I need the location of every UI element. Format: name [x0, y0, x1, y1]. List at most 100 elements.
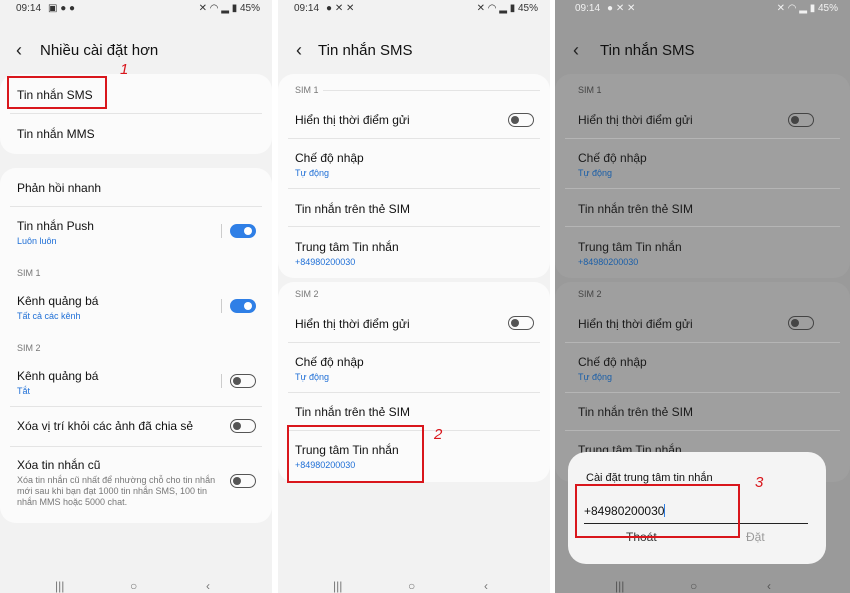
- recent-apps-icon[interactable]: |||: [333, 579, 342, 593]
- status-time: 09:14: [16, 3, 42, 14]
- sim-messages-label: Tin nhắn trên thẻ SIM: [578, 202, 693, 216]
- message-center-item[interactable]: Trung tâm Tin nhắn +84980200030: [295, 240, 536, 267]
- divider: [288, 392, 540, 393]
- sim-messages-item[interactable]: Tin nhắn trên thẻ SIM: [578, 405, 836, 419]
- divider: [221, 299, 222, 313]
- recent-apps-icon[interactable]: |||: [55, 579, 64, 593]
- divider: [288, 138, 540, 139]
- input-mode-value: Tự động: [295, 168, 330, 178]
- home-icon[interactable]: ○: [130, 579, 137, 593]
- sim1-card: SIM 1 Hiển thị thời điểm gửi Chế độ nhập…: [555, 74, 850, 278]
- mms-settings-item[interactable]: Tin nhắn MMS: [17, 127, 258, 141]
- annotation-number-1: 1: [120, 61, 129, 78]
- nav-bar: ||| ○ ‹: [0, 579, 272, 593]
- section-sim2: SIM 2: [17, 343, 41, 353]
- divider: [565, 188, 840, 189]
- section-sim2: SIM 2: [578, 289, 602, 299]
- show-send-time-item[interactable]: Hiển thị thời điểm gửi: [295, 317, 536, 331]
- input-mode-value: Tự động: [295, 372, 330, 382]
- divider: [565, 342, 840, 343]
- status-right: ✕ ◠ ▂ ▮ 45%: [199, 3, 260, 14]
- back-arrow-icon[interactable]: ‹: [573, 40, 579, 61]
- back-icon[interactable]: ‹: [206, 579, 210, 593]
- input-mode-label: Chế độ nhập: [578, 151, 647, 165]
- home-icon[interactable]: ○: [690, 579, 697, 593]
- quick-replies-label: Phản hồi nhanh: [17, 181, 102, 195]
- divider: [565, 138, 840, 139]
- show-send-time-toggle[interactable]: [508, 316, 534, 330]
- message-center-number: +84980200030: [578, 257, 639, 267]
- input-mode-label: Chế độ nhập: [295, 355, 364, 369]
- back-arrow-icon[interactable]: ‹: [296, 40, 302, 61]
- broadcast-sim1-toggle[interactable]: [230, 299, 256, 313]
- message-center-label: Trung tâm Tin nhắn: [578, 240, 682, 254]
- page-title: Tin nhắn SMS: [318, 42, 413, 59]
- show-send-time-toggle[interactable]: [788, 113, 814, 127]
- message-center-number: +84980200030: [295, 257, 356, 267]
- sim-messages-item[interactable]: Tin nhắn trên thẻ SIM: [578, 202, 836, 216]
- divider: [10, 406, 262, 407]
- divider: [323, 90, 540, 91]
- sim-messages-label: Tin nhắn trên thẻ SIM: [295, 405, 410, 419]
- app-header: ‹ Tin nhắn SMS: [555, 40, 850, 64]
- status-time: 09:14: [575, 3, 601, 14]
- sim-messages-item[interactable]: Tin nhắn trên thẻ SIM: [295, 202, 536, 216]
- delete-old-toggle[interactable]: [230, 474, 256, 488]
- sim-messages-label: Tin nhắn trên thẻ SIM: [295, 202, 410, 216]
- mms-label: Tin nhắn MMS: [17, 127, 95, 141]
- show-send-time-toggle[interactable]: [508, 113, 534, 127]
- status-bar: 09:14 ● ✕ ✕ ✕ ◠ ▂ ▮ 45%: [278, 0, 550, 18]
- notification-icons: ● ✕ ✕: [607, 3, 636, 14]
- set-button[interactable]: Đặt: [746, 530, 765, 544]
- back-icon[interactable]: ‹: [484, 579, 488, 593]
- divider: [10, 446, 262, 447]
- input-mode-item[interactable]: Chế độ nhập Tự động: [295, 355, 536, 382]
- divider: [565, 226, 840, 227]
- section-sim2: SIM 2: [295, 289, 319, 299]
- remove-location-item[interactable]: Xóa vị trí khỏi các ảnh đã chia sẻ: [17, 419, 258, 433]
- options-card: Phản hồi nhanh Tin nhắn Push Luôn luôn S…: [0, 168, 272, 523]
- message-center-item[interactable]: Trung tâm Tin nhắn +84980200030: [578, 240, 836, 267]
- page-title: Tin nhắn SMS: [600, 42, 695, 59]
- push-toggle[interactable]: [230, 224, 256, 238]
- sms-settings-screen: 09:14 ● ✕ ✕ ✕ ◠ ▂ ▮ 45% ‹ Tin nhắn SMS S…: [278, 0, 550, 593]
- divider: [221, 224, 222, 238]
- divider: [221, 374, 222, 388]
- remove-location-label: Xóa vị trí khỏi các ảnh đã chia sẻ: [17, 419, 194, 433]
- divider: [565, 430, 840, 431]
- annotation-number-3: 3: [755, 474, 764, 491]
- show-send-time-item[interactable]: Hiển thị thời điểm gửi: [295, 113, 536, 127]
- sim-messages-item[interactable]: Tin nhắn trên thẻ SIM: [295, 405, 536, 419]
- section-sim1: SIM 1: [17, 268, 41, 278]
- annotation-number-2: 2: [434, 426, 443, 443]
- status-bar: 09:14 ▣ ● ● ✕ ◠ ▂ ▮ 45%: [0, 0, 272, 18]
- delete-old-messages-item[interactable]: Xóa tin nhắn cũ Xóa tin nhắn cũ nhất để …: [17, 458, 258, 508]
- input-mode-item[interactable]: Chế độ nhập Tự động: [295, 151, 536, 178]
- remove-location-toggle[interactable]: [230, 419, 256, 433]
- sms-settings-dialog-screen: 09:14 ● ✕ ✕ ✕ ◠ ▂ ▮ 45% ‹ Tin nhắn SMS S…: [555, 0, 850, 593]
- back-arrow-icon[interactable]: ‹: [16, 40, 22, 61]
- section-sim1: SIM 1: [295, 85, 319, 95]
- nav-bar: ||| ○ ‹: [555, 579, 850, 593]
- status-time: 09:14: [294, 3, 320, 14]
- input-mode-label: Chế độ nhập: [295, 151, 364, 165]
- signal-icons: ✕ ◠ ▂ ▮: [776, 3, 816, 14]
- divider: [288, 188, 540, 189]
- sim-messages-label: Tin nhắn trên thẻ SIM: [578, 405, 693, 419]
- divider: [288, 342, 540, 343]
- page-title: Nhiều cài đặt hơn: [40, 42, 159, 59]
- broadcast-sim2-toggle[interactable]: [230, 374, 256, 388]
- notification-icons: ▣ ● ●: [48, 3, 76, 14]
- recent-apps-icon[interactable]: |||: [615, 579, 624, 593]
- sim1-card: SIM 1 Hiển thị thời điểm gửi Chế độ nhập…: [278, 74, 550, 278]
- delete-old-label: Xóa tin nhắn cũ: [17, 458, 101, 472]
- input-mode-item[interactable]: Chế độ nhập Tự động: [578, 151, 836, 178]
- quick-replies-item[interactable]: Phản hồi nhanh: [17, 181, 258, 195]
- battery-level: 45%: [817, 3, 838, 14]
- app-header: ‹ Tin nhắn SMS: [278, 40, 550, 64]
- divider: [10, 206, 262, 207]
- back-icon[interactable]: ‹: [767, 579, 771, 593]
- input-mode-item[interactable]: Chế độ nhập Tự động: [578, 355, 836, 382]
- home-icon[interactable]: ○: [408, 579, 415, 593]
- show-send-time-toggle[interactable]: [788, 316, 814, 330]
